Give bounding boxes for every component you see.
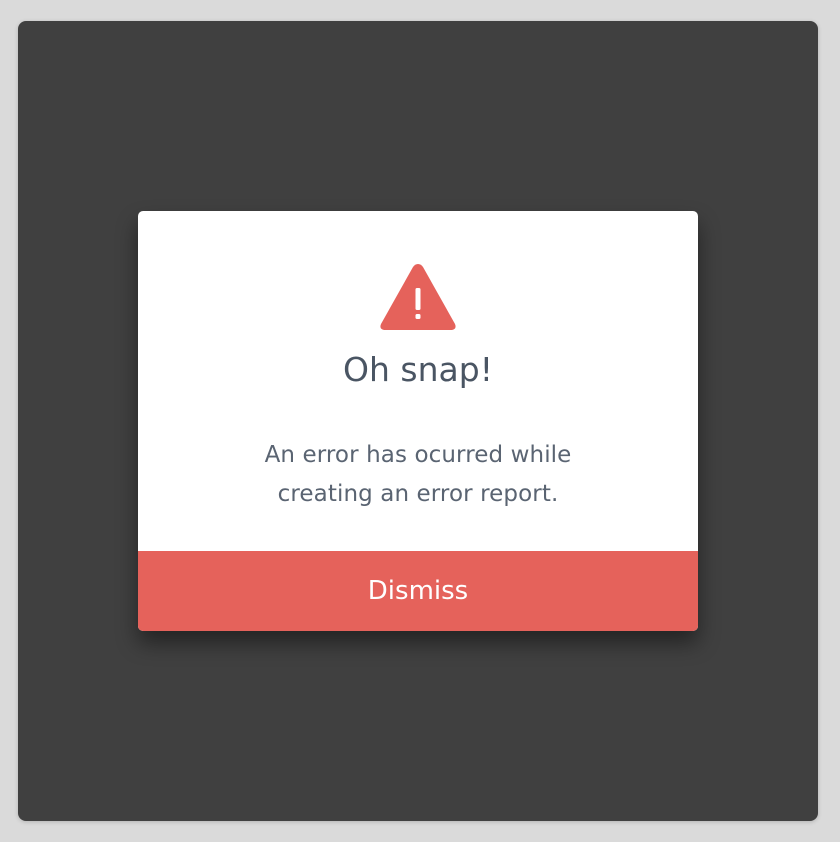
modal-backdrop: Oh snap! An error has ocurred while crea… [18,21,818,821]
dialog-body: Oh snap! An error has ocurred while crea… [138,211,698,551]
dialog-message-line: An error has ocurred while [264,442,572,468]
dialog-message-line: creating an error report. [277,481,559,507]
dismiss-button[interactable]: Dismiss [138,551,698,631]
dialog-title: Oh snap! [343,350,493,389]
dialog-message: An error has ocurred while creating an e… [198,436,638,514]
warning-triangle-icon [378,261,458,333]
error-dialog: Oh snap! An error has ocurred while crea… [138,211,698,631]
